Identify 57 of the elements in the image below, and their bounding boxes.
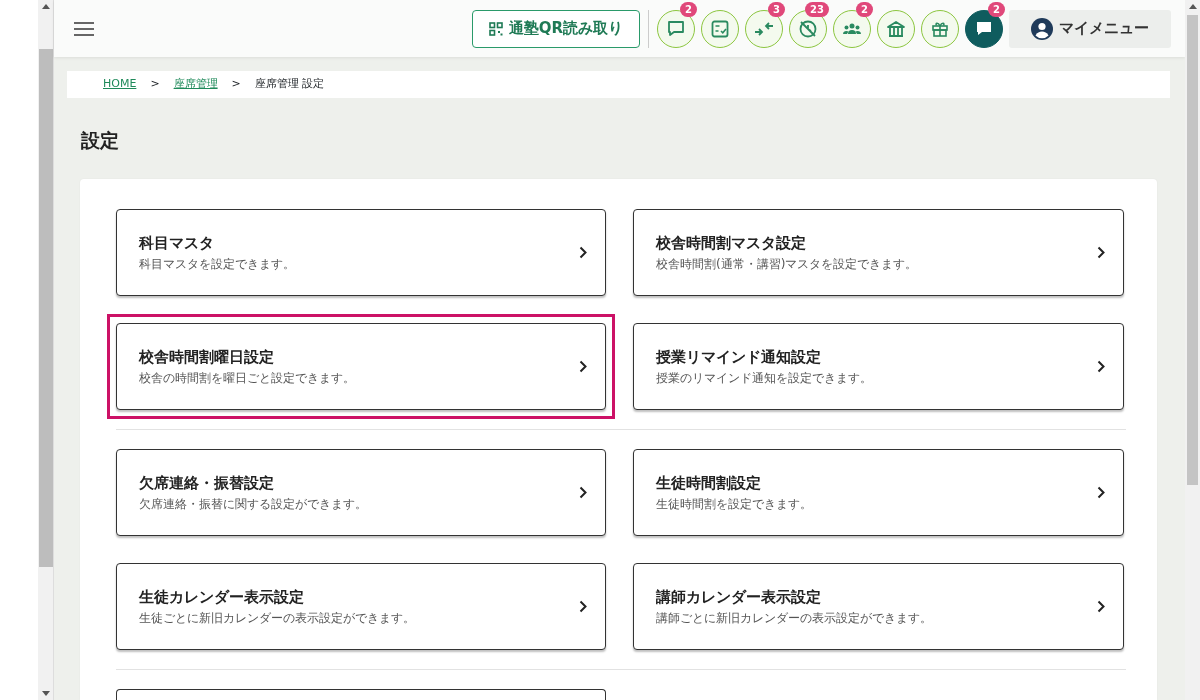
card-description: 科目マスタを設定できます。 — [139, 255, 296, 273]
card-title: 生徒時間割設定 — [656, 473, 762, 495]
card-title: 授業リマインド通知設定 — [656, 347, 822, 369]
chevron-right-icon — [579, 486, 587, 499]
card-title: 校舎時間割曜日設定 — [139, 347, 275, 369]
card-title: 生徒カレンダー表示設定 — [139, 587, 305, 609]
breadcrumb-link[interactable]: 座席管理 — [173, 76, 218, 93]
chevron-right-icon — [579, 360, 587, 373]
breadcrumb-current: 座席管理 設定 — [254, 76, 325, 93]
settings-card[interactable]: 講師カレンダー表示設定 講師ごとに新旧カレンダーの表示設定ができます。 — [633, 563, 1124, 650]
card-description: 授業のリマインド通知を設定できます。 — [656, 369, 873, 387]
my-menu-button[interactable]: マイメニュー — [1009, 9, 1171, 48]
chevron-right-icon — [1097, 360, 1105, 373]
card-title: 講師カレンダー表示設定 — [656, 587, 822, 609]
building-icon — [886, 18, 906, 39]
qr-read-button[interactable]: 通塾QR読み取り — [471, 9, 640, 48]
card-description: 生徒時間割を設定できます。 — [656, 495, 813, 513]
chevron-right-icon — [579, 246, 587, 259]
toolbar-button[interactable] — [921, 9, 959, 48]
toolbar-button[interactable] — [877, 9, 915, 48]
chevron-right-icon — [1097, 600, 1105, 613]
breadcrumb-link[interactable]: HOME — [103, 76, 137, 93]
toolbar-button[interactable] — [701, 9, 739, 48]
qr-code-icon — [488, 21, 503, 36]
settings-card[interactable]: 生徒カレンダー表示設定 生徒ごとに新旧カレンダーの表示設定ができます。 — [116, 563, 606, 650]
chevron-right-icon — [1097, 246, 1105, 259]
count-badge: 2 — [680, 1, 697, 17]
menu-icon[interactable] — [74, 21, 94, 36]
card-description: 欠席連絡・振替に関する設定ができます。 — [139, 495, 368, 513]
card-description: 校舎時間割(通常・講習)マスタを設定できます。 — [656, 255, 919, 273]
breadcrumb-separator: > — [231, 76, 241, 93]
card-title: 欠席連絡・振替設定 — [139, 473, 275, 495]
count-badge: 23 — [805, 1, 829, 17]
count-badge: 3 — [768, 1, 785, 17]
crossed-clock-icon — [798, 18, 818, 39]
settings-card[interactable]: 校舎時間割マスタ設定 校舎時間割(通常・講習)マスタを設定できます。 — [633, 209, 1124, 296]
scrollbar[interactable] — [38, 0, 54, 700]
settings-card[interactable]: 生徒時間割設定 生徒時間割を設定できます。 — [633, 449, 1124, 536]
card-description: 校舎の時間割を曜日ごと設定できます。 — [139, 369, 356, 387]
checklist-icon — [710, 18, 730, 39]
settings-card[interactable]: 欠席連絡・振替設定 欠席連絡・振替に関する設定ができます。 — [116, 449, 606, 536]
scrollbar[interactable] — [1185, 0, 1200, 700]
chat-bubble-icon — [666, 18, 686, 39]
count-badge: 2 — [856, 1, 873, 17]
settings-card[interactable]: 校舎時間割曜日設定 校舎の時間割を曜日ごと設定できます。 — [116, 323, 606, 410]
card-title: 校舎時間割マスタ設定 — [656, 233, 807, 255]
page-title: 設定 — [81, 128, 120, 153]
card-description: 講師ごとに新旧カレンダーの表示設定ができます。 — [656, 609, 933, 627]
chevron-right-icon — [579, 600, 587, 613]
breadcrumb-separator: > — [150, 76, 160, 93]
user-icon — [1031, 17, 1053, 40]
card-title: 科目マスタ — [139, 233, 215, 255]
chevron-right-icon — [1097, 486, 1105, 499]
count-badge: 2 — [988, 1, 1005, 17]
settings-card[interactable]: 授業リマインド通知設定 授業のリマインド通知を設定できます。 — [633, 323, 1124, 410]
settings-card[interactable]: 科目マスタ 科目マスタを設定できます。 — [116, 209, 606, 296]
card-description: 生徒ごとに新旧カレンダーの表示設定ができます。 — [139, 609, 416, 627]
